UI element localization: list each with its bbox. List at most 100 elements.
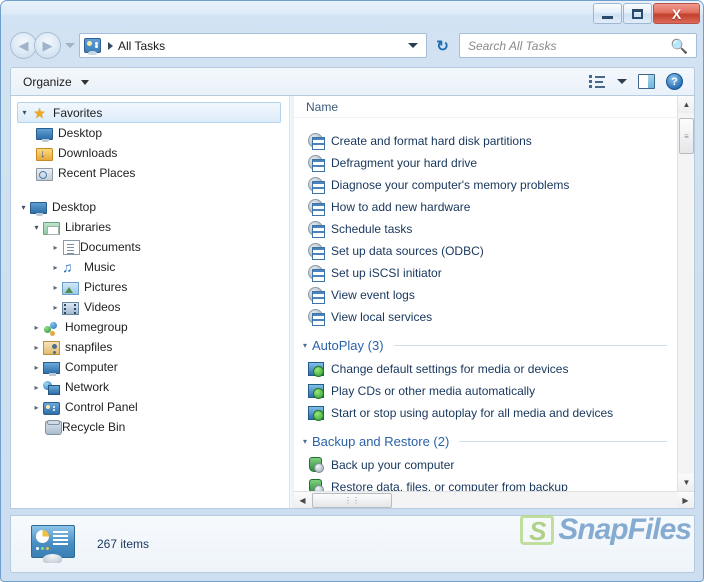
group-header-backup-and-restore[interactable]: ▾ Backup and Restore (2) [294,428,677,454]
sidebar-item-desktop[interactable]: Desktop [11,123,289,143]
group-title: AutoPlay (3) [312,337,384,353]
window-controls: X [593,3,700,24]
list-item-label: View local services [331,310,433,324]
address-input[interactable]: All Tasks [79,33,427,58]
expand-twisty-icon[interactable]: ▸ [30,323,43,332]
autoplay-icon [308,361,324,377]
chevron-down-icon[interactable] [408,43,418,48]
autoplay-icon [308,405,324,421]
explorer-window: X ◀ ▶ All Tasks ↻ Search All Tasks 🔍 Org… [0,0,704,582]
libraries-icon [43,221,60,235]
refresh-button[interactable]: ↻ [430,33,455,58]
maximize-button[interactable] [623,3,652,24]
expand-twisty-icon[interactable]: ▸ [30,363,43,372]
expand-twisty-icon[interactable]: ▸ [30,343,43,352]
sidebar-item-downloads[interactable]: Downloads [11,143,289,163]
scroll-right-button[interactable]: ▶ [677,492,694,508]
expand-twisty-icon[interactable]: ▾ [18,108,31,117]
list-item[interactable]: Create and format hard disk partitions [294,130,677,152]
list-item-label: View event logs [331,288,415,302]
sidebar-item-network[interactable]: ▸ Network [11,377,289,397]
expand-twisty-icon[interactable]: ▸ [49,243,62,252]
expand-twisty-icon[interactable]: ▾ [17,203,30,212]
scroll-right-icon: ▶ [682,496,689,505]
list-item[interactable]: Set up iSCSI initiator [294,262,677,284]
sidebar-item-computer[interactable]: ▸ Computer [11,357,289,377]
pictures-icon [62,281,79,295]
vertical-scrollbar[interactable]: ▲ ≡ ▼ [677,96,694,491]
list-item[interactable]: Back up your computer [294,454,677,476]
sidebar-item-control-panel[interactable]: ▸ Control Panel [11,397,289,417]
preview-pane-icon[interactable] [638,74,655,89]
content-area: ▾ ★ Favorites Desktop Downloads Recent P… [10,95,695,509]
monitor-icon [36,128,53,142]
sidebar-item-videos[interactable]: ▸ Videos [11,297,289,317]
monitor-icon [30,202,47,216]
horizontal-scroll-thumb[interactable]: ⋮⋮ [312,493,392,508]
sidebar-item-pictures[interactable]: ▸ Pictures [11,277,289,297]
list-item[interactable]: Change default settings for media or dev… [294,358,677,380]
close-button[interactable]: X [653,3,700,24]
list-item[interactable]: View local services [294,306,677,328]
list-item[interactable]: Set up data sources (ODBC) [294,240,677,262]
sidebar-item-recent-places[interactable]: Recent Places [11,163,289,183]
help-icon[interactable]: ? [666,73,683,90]
control-panel-icon [43,401,60,415]
view-layout-icon[interactable] [589,74,606,89]
star-icon: ★ [33,104,46,121]
vertical-scroll-thumb[interactable]: ≡ [679,118,694,154]
sidebar-item-homegroup[interactable]: ▸ Homegroup [11,317,289,337]
admin-tools-icon [308,309,325,326]
search-box[interactable]: Search All Tasks 🔍 [459,33,697,58]
list-item[interactable]: Diagnose your computer's memory problems [294,174,677,196]
list-item[interactable]: View event logs [294,284,677,306]
column-header-name[interactable]: Name [294,96,694,118]
sidebar-item-libraries[interactable]: ▾ Libraries [11,217,289,237]
homegroup-icon [43,321,60,335]
back-button[interactable]: ◀ [10,32,37,59]
forward-button[interactable]: ▶ [34,32,61,59]
list-item[interactable]: Start or stop using autoplay for all med… [294,402,677,424]
sidebar-item-desktop-root[interactable]: ▾ Desktop [11,197,289,217]
expand-twisty-icon[interactable]: ▸ [49,303,62,312]
document-icon [63,240,80,255]
list-item[interactable]: How to add new hardware [294,196,677,218]
collapse-twisty-icon[interactable]: ▾ [298,437,312,446]
column-header-label: Name [306,99,339,114]
refresh-icon: ↻ [436,37,449,55]
search-input[interactable]: Search All Tasks [468,39,556,53]
minimize-button[interactable] [593,3,622,24]
history-dropdown-icon[interactable] [65,43,75,48]
recent-places-icon [36,167,53,181]
scroll-down-button[interactable]: ▼ [678,474,694,491]
group-header-autoplay[interactable]: ▾ AutoPlay (3) [294,332,677,358]
horizontal-scrollbar[interactable]: ◀ ⋮⋮ ▶ [294,491,694,508]
breadcrumb-separator-icon [108,41,113,50]
breadcrumb[interactable]: All Tasks [118,39,165,53]
expand-twisty-icon[interactable]: ▾ [30,223,43,232]
collapse-twisty-icon[interactable]: ▾ [298,341,312,350]
organize-button[interactable]: Organize [23,75,90,89]
back-icon: ◀ [18,37,29,53]
list-item[interactable]: Restore data, files, or computer from ba… [294,476,677,491]
sidebar-item-music[interactable]: ▸ ♫ Music [11,257,289,277]
chevron-down-icon [81,79,90,85]
expand-twisty-icon[interactable]: ▸ [30,403,43,412]
sidebar-item-label: Music [84,260,116,274]
expand-twisty-icon[interactable]: ▸ [30,383,43,392]
expand-twisty-icon[interactable]: ▸ [49,283,62,292]
list-item[interactable]: Play CDs or other media automatically [294,380,677,402]
group-divider [459,440,667,442]
view-dropdown-icon[interactable] [617,79,627,84]
sidebar-item-label: Computer [65,360,118,374]
expand-twisty-icon[interactable]: ▸ [49,263,62,272]
list-item[interactable]: Schedule tasks [294,218,677,240]
sidebar-item-snapfiles[interactable]: ▸ snapfiles [11,337,289,357]
list-item[interactable]: Defragment your hard drive [294,152,677,174]
sidebar-item-label: Network [65,380,110,394]
scroll-left-button[interactable]: ◀ [294,492,311,508]
sidebar-item-documents[interactable]: ▸ Documents [11,237,289,257]
scroll-up-button[interactable]: ▲ [678,96,694,113]
sidebar-item-favorites[interactable]: ▾ ★ Favorites [17,102,281,123]
sidebar-item-recycle-bin[interactable]: Recycle Bin [11,417,289,437]
